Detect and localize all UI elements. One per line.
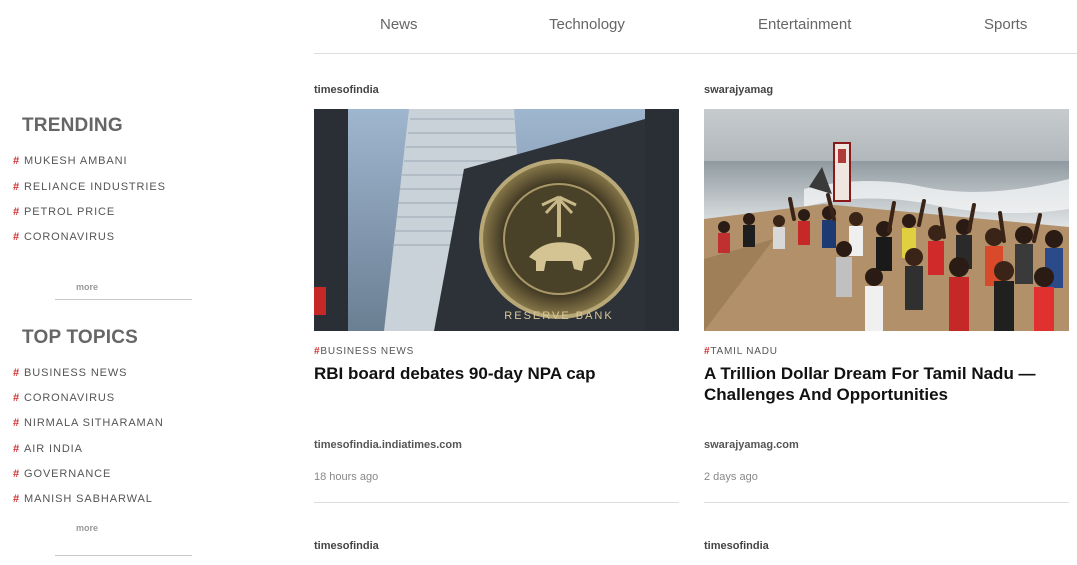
- nav-item-news[interactable]: News: [380, 16, 418, 33]
- topic-item-label: MANISH SABHARWAL: [24, 493, 153, 505]
- top-navigation: News Technology Entertainment Sports: [314, 0, 1077, 54]
- hash-icon: #: [13, 181, 21, 193]
- card-headline[interactable]: RBI board debates 90-day NPA cap: [314, 363, 674, 384]
- card-source[interactable]: timesofindia: [704, 540, 769, 552]
- card-source[interactable]: timesofindia: [314, 84, 379, 96]
- card-timestamp: 18 hours ago: [314, 471, 379, 483]
- sidebar: TRENDING # MUKESH AMBANI # RELIANCE INDUST…: [0, 0, 200, 565]
- trending-item[interactable]: # CORONAVIRUS: [13, 231, 115, 243]
- topic-item[interactable]: # BUSINESS NEWS: [13, 367, 127, 379]
- trending-item-label: RELIANCE INDUSTRIES: [24, 181, 166, 193]
- topic-item[interactable]: # AIR INDIA: [13, 443, 83, 455]
- top-topics-heading: TOP TOPICS: [22, 327, 139, 348]
- card-divider: [314, 502, 679, 503]
- hash-icon: #: [13, 468, 21, 480]
- hash-icon: #: [13, 417, 21, 429]
- news-card: timesofindia RESERVE BANK #BUSINESS NEWS…: [314, 84, 679, 504]
- top-topics-more-link[interactable]: more: [76, 523, 98, 533]
- hash-icon: #: [13, 443, 21, 455]
- news-card-next: timesofindia: [314, 540, 679, 560]
- trending-item-label: PETROL PRICE: [24, 206, 116, 218]
- divider: [55, 299, 192, 300]
- trending-more-link[interactable]: more: [76, 282, 98, 292]
- category-label: TAMIL NADU: [710, 346, 778, 357]
- svg-text:RESERVE BANK: RESERVE BANK: [504, 310, 613, 322]
- topic-item[interactable]: # CORONAVIRUS: [13, 392, 115, 404]
- card-domain[interactable]: timesofindia.indiatimes.com: [314, 439, 462, 451]
- hash-icon: #: [13, 231, 21, 243]
- hash-icon: #: [13, 367, 21, 379]
- nav-item-entertainment[interactable]: Entertainment: [758, 16, 851, 33]
- trending-item[interactable]: # MUKESH AMBANI: [13, 155, 127, 167]
- topic-item-label: BUSINESS NEWS: [24, 367, 128, 379]
- trending-item-label: MUKESH AMBANI: [24, 155, 128, 167]
- trending-item[interactable]: # PETROL PRICE: [13, 206, 115, 218]
- topic-item[interactable]: # NIRMALA SITHARAMAN: [13, 417, 164, 429]
- card-category[interactable]: #BUSINESS NEWS: [314, 346, 414, 357]
- card-headline[interactable]: A Trillion Dollar Dream For Tamil Nadu —…: [704, 363, 1064, 405]
- card-source[interactable]: swarajyamag: [704, 84, 773, 96]
- trending-heading: TRENDING: [22, 115, 123, 136]
- hash-icon: #: [13, 155, 21, 167]
- card-source[interactable]: timesofindia: [314, 540, 379, 552]
- divider: [55, 555, 192, 556]
- beach-crowd-image[interactable]: [704, 109, 1069, 331]
- rbi-emblem-image[interactable]: RESERVE BANK: [314, 109, 679, 331]
- topic-item[interactable]: # GOVERNANCE: [13, 468, 111, 480]
- topic-item-label: CORONAVIRUS: [24, 392, 116, 404]
- category-label: BUSINESS NEWS: [320, 346, 415, 357]
- topic-item-label: GOVERNANCE: [24, 468, 112, 480]
- news-card-next: timesofindia: [704, 540, 1069, 560]
- card-timestamp: 2 days ago: [704, 471, 758, 483]
- nav-item-technology[interactable]: Technology: [549, 16, 625, 33]
- trending-item[interactable]: # RELIANCE INDUSTRIES: [13, 181, 166, 193]
- card-domain[interactable]: swarajyamag.com: [704, 439, 799, 451]
- news-card: swarajyamag #TAMIL NADU A Trillion Dolla…: [704, 84, 1069, 504]
- hash-icon: #: [13, 206, 21, 218]
- hash-icon: #: [13, 493, 21, 505]
- card-category[interactable]: #TAMIL NADU: [704, 346, 778, 357]
- trending-item-label: CORONAVIRUS: [24, 231, 116, 243]
- card-divider: [704, 502, 1069, 503]
- topic-item-label: AIR INDIA: [24, 443, 83, 455]
- hash-icon: #: [13, 392, 21, 404]
- nav-item-sports[interactable]: Sports: [984, 16, 1027, 33]
- topic-item[interactable]: # MANISH SABHARWAL: [13, 493, 153, 505]
- topic-item-label: NIRMALA SITHARAMAN: [24, 417, 164, 429]
